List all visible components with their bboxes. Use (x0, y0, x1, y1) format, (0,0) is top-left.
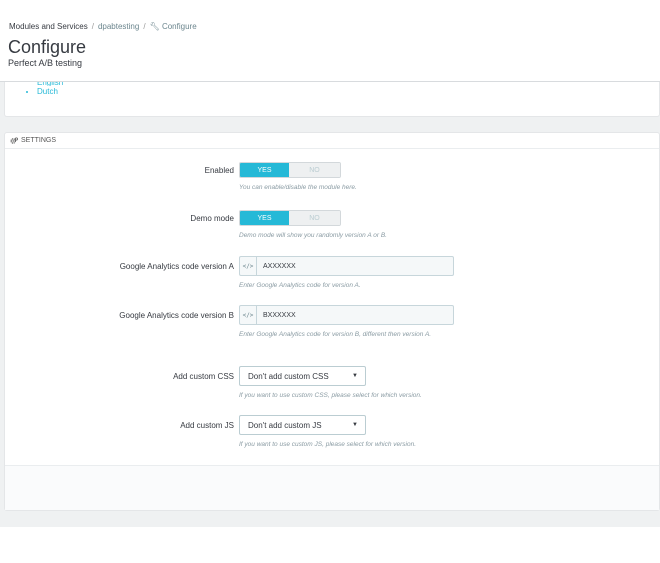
breadcrumb-module-link[interactable]: dpabtesting (98, 22, 139, 31)
enabled-label: Enabled (204, 166, 234, 175)
ga-b-label: Google Analytics code version B (119, 311, 234, 320)
breadcrumb: Modules and Services / dpabtesting / 🔧︎ Conf… (9, 22, 197, 31)
custom-js-label: Add custom JS (180, 421, 234, 430)
caret-down-icon: ▼ (352, 422, 358, 428)
settings-panel-heading: Settings (5, 133, 659, 149)
enabled-switch[interactable]: YES NO (239, 162, 341, 178)
enabled-help: You can enable/disable the module here. (239, 184, 357, 191)
ga-a-input[interactable]: AXXXXXX (257, 257, 296, 275)
ga-b-help: Enter Google Analytics code for version … (239, 331, 432, 338)
settings-heading-label: Settings (21, 137, 57, 144)
wrench-icon: 🔧︎ (149, 22, 160, 31)
ga-a-input-group[interactable]: </> AXXXXXX (239, 256, 454, 276)
breadcrumb-separator: / (143, 22, 146, 31)
page-title: Configure (8, 37, 87, 57)
enabled-no-option[interactable]: NO (289, 163, 340, 177)
custom-css-selected: Don't add custom CSS (248, 371, 329, 381)
ga-b-input[interactable]: BXXXXXX (257, 306, 296, 324)
custom-js-help: If you want to use custom JS, please sel… (239, 441, 417, 448)
languages-panel: English Dutch (4, 82, 660, 117)
demo-mode-help: Demo mode will show you randomly version… (239, 232, 387, 239)
ga-b-input-group[interactable]: </> BXXXXXX (239, 305, 454, 325)
language-item-dutch[interactable]: Dutch (37, 86, 63, 97)
demo-mode-yes-option[interactable]: YES (240, 211, 290, 225)
demo-mode-switch[interactable]: YES NO (239, 210, 341, 226)
custom-js-selected: Don't add custom JS (248, 420, 322, 430)
caret-down-icon: ▼ (352, 373, 358, 379)
breadcrumb-modules-link[interactable]: Modules and Services (9, 22, 88, 31)
custom-js-select[interactable]: Don't add custom JS ▼ (239, 415, 366, 435)
code-icon: </> (240, 257, 257, 275)
code-icon: </> (240, 306, 257, 324)
page-subtitle: Perfect A/B testing (8, 58, 83, 68)
custom-css-select[interactable]: Don't add custom CSS ▼ (239, 366, 366, 386)
cogs-icon (10, 136, 18, 144)
breadcrumb-current: Configure (161, 22, 197, 31)
enabled-yes-option[interactable]: YES (240, 163, 290, 177)
main-content: English Dutch Settings Enabled YES NO Yo… (0, 82, 660, 527)
demo-mode-no-option[interactable]: NO (289, 211, 340, 225)
ga-a-label: Google Analytics code version A (119, 262, 234, 271)
custom-css-label: Add custom CSS (173, 372, 234, 381)
demo-mode-label: Demo mode (190, 214, 234, 223)
language-list: English Dutch (37, 82, 63, 97)
breadcrumb-separator: / (91, 22, 94, 31)
panel-footer (5, 465, 659, 510)
page-header: Modules and Services / dpabtesting / 🔧︎ Conf… (0, 0, 660, 82)
ga-a-help: Enter Google Analytics code for version … (239, 282, 361, 289)
settings-panel: Settings Enabled YES NO You can enable/d… (4, 132, 660, 511)
custom-css-help: If you want to use custom CSS, please se… (239, 392, 422, 399)
